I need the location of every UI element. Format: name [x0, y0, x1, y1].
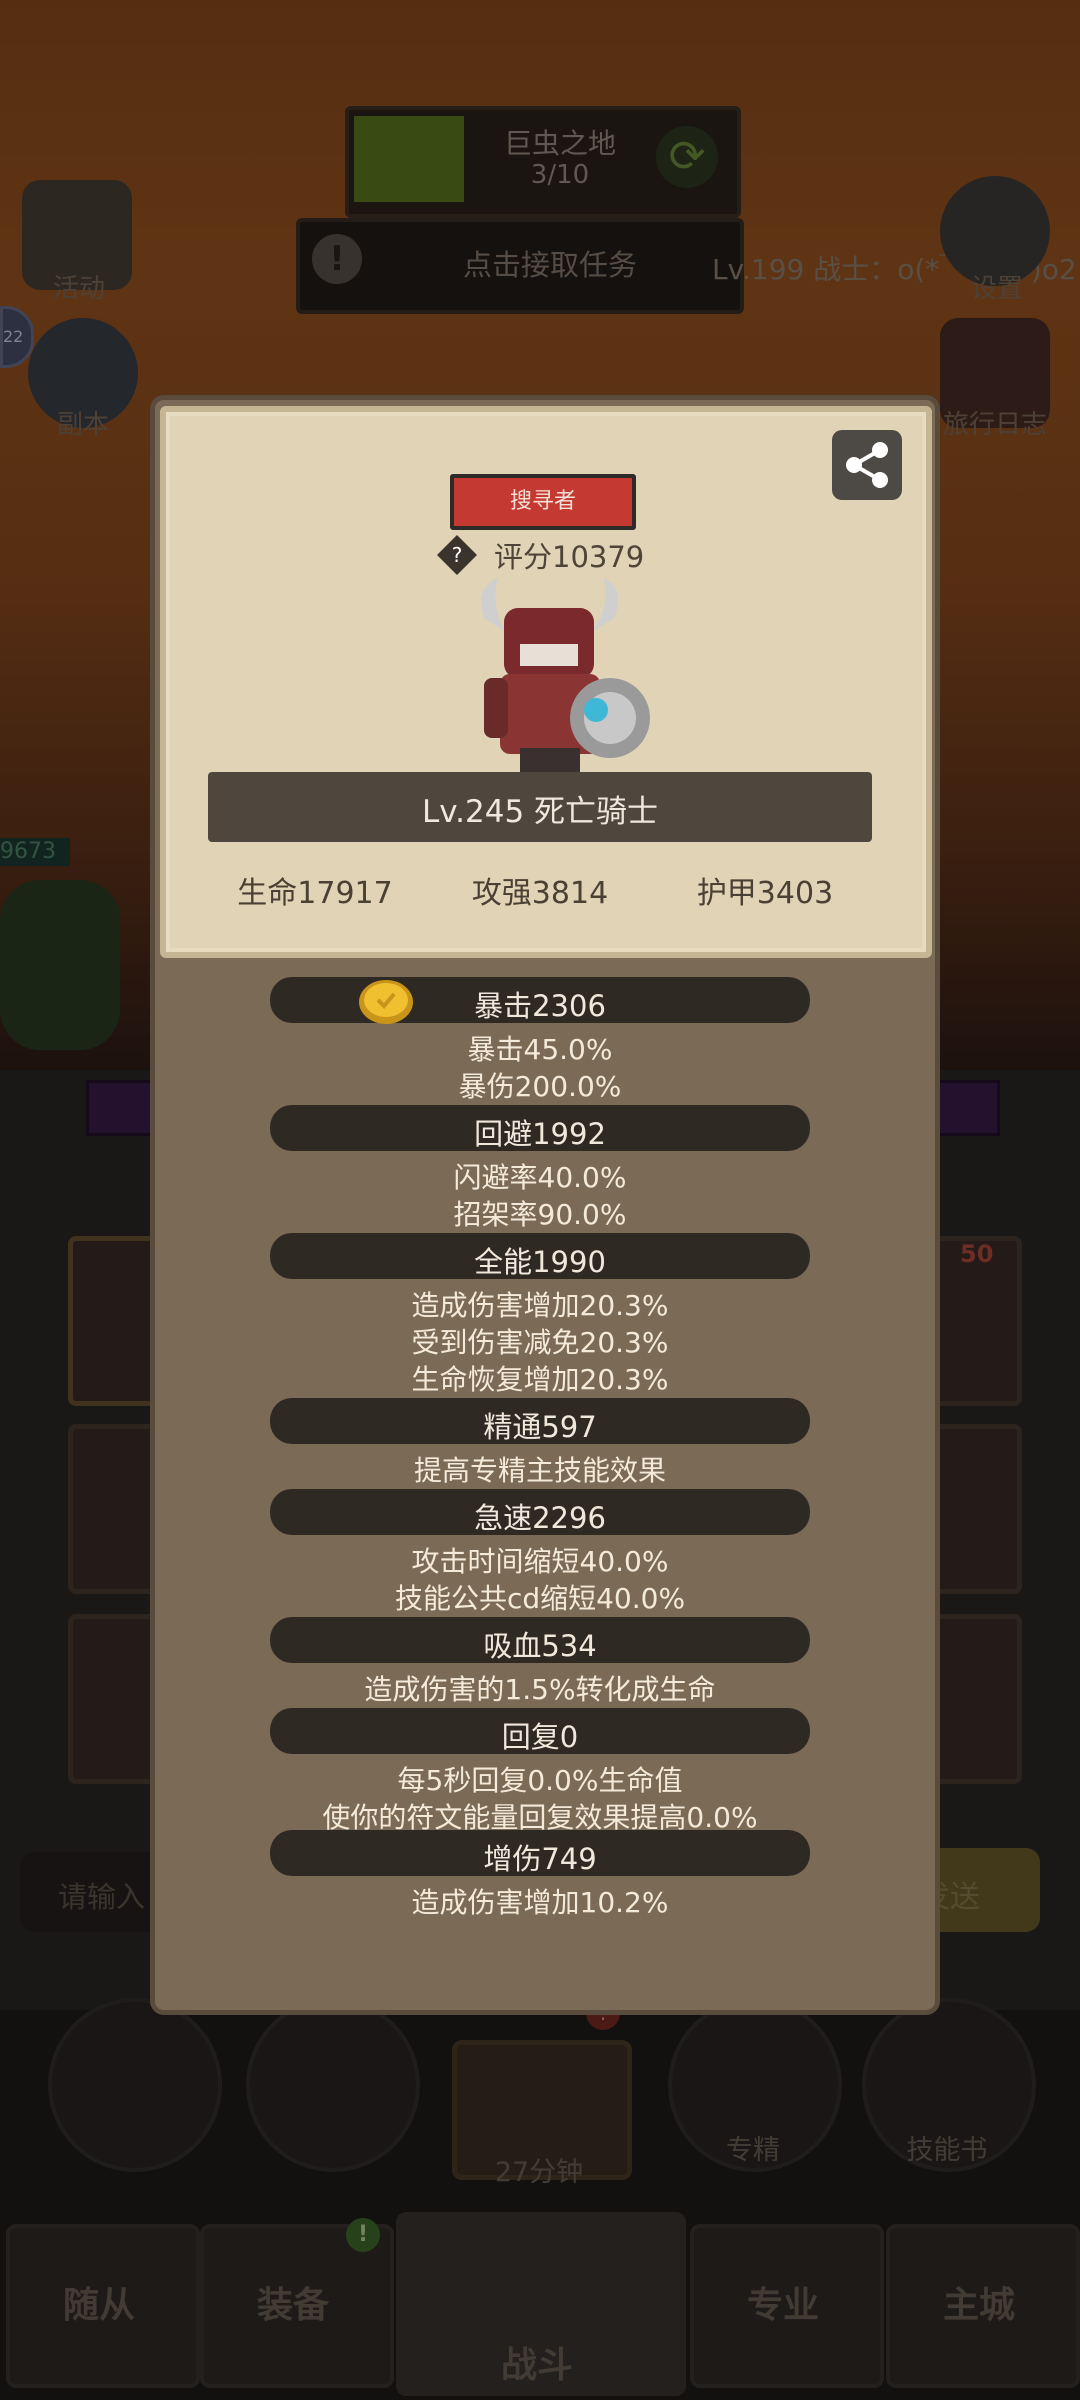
stat-line: 暴击45.0% [467, 1033, 613, 1066]
stat-line: 受到伤害减免20.3% [411, 1326, 669, 1359]
class-badge: 搜寻者 [450, 474, 636, 530]
help-icon[interactable]: ? [436, 534, 478, 576]
stat-health: 生命17917 [237, 876, 393, 911]
stat-line: 技能公共cd缩短40.0% [394, 1582, 686, 1615]
stat-armor: 护甲3403 [696, 876, 834, 911]
character-name: Lv.245 死亡骑士 [421, 794, 659, 830]
help-diamond: ? [437, 535, 477, 575]
stat-header-dodge-text: 回避1992 [474, 1117, 606, 1151]
stat-header-versatility-text: 全能1990 [474, 1245, 606, 1279]
stat-header-regen-text: 回复0 [501, 1720, 579, 1754]
stat-line: 攻击时间缩短40.0% [411, 1545, 669, 1578]
stat-line: 每5秒回复0.0%生命值 [397, 1764, 683, 1797]
svg-text:?: ? [452, 543, 463, 567]
stat-header-damage-bonus-text: 增伤749 [483, 1842, 597, 1876]
death-knight-portrait [464, 578, 668, 778]
stat-line: 提高专精主技能效果 [413, 1454, 666, 1487]
stat-header-crit-text: 暴击2306 [474, 989, 606, 1023]
stat-line: 造成伤害增加10.2% [411, 1886, 669, 1919]
stat-attack-power: 攻强3814 [471, 876, 609, 911]
stat-line: 生命恢复增加20.3% [411, 1363, 669, 1396]
score-text: 评分10379 [494, 540, 645, 574]
share-icon [846, 442, 888, 488]
stat-header-haste-text: 急速2296 [474, 1501, 606, 1535]
stat-line: 招架率90.0% [453, 1198, 627, 1231]
stat-line: 造成伤害增加20.3% [411, 1289, 669, 1322]
gold-coin-icon [358, 978, 414, 1026]
stat-header-mastery-text: 精通597 [483, 1410, 597, 1444]
stat-header-lifesteal-text: 吸血534 [483, 1629, 597, 1663]
stat-line: 闪避率40.0% [453, 1161, 627, 1194]
share-button[interactable] [832, 430, 902, 500]
stat-line: 造成伤害的1.5%转化成生命 [364, 1673, 716, 1706]
stat-line: 暴伤200.0% [458, 1070, 622, 1103]
